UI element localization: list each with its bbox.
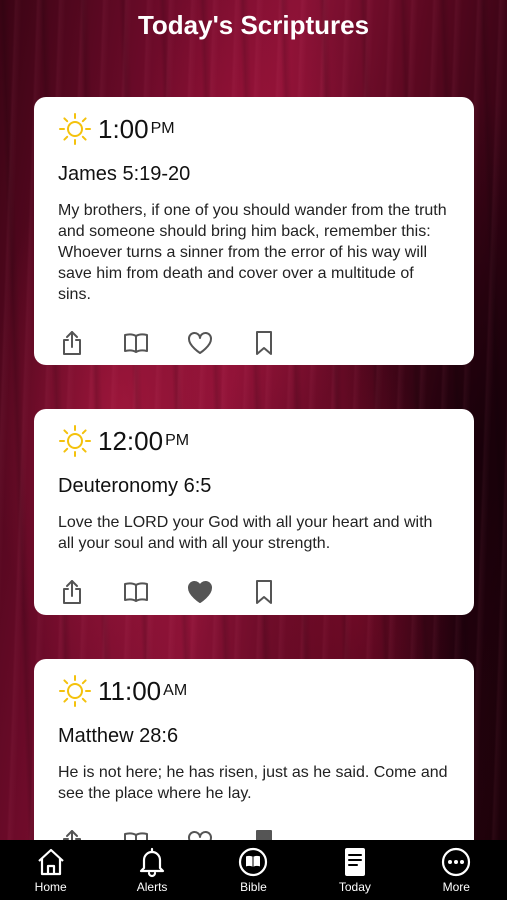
share-button[interactable] bbox=[58, 578, 86, 606]
book-icon bbox=[124, 582, 148, 602]
more-icon bbox=[442, 847, 471, 877]
card-time: 1:00 bbox=[98, 113, 149, 144]
sun-icon bbox=[59, 675, 91, 707]
card-ampm: AM bbox=[163, 682, 188, 699]
card-header: 12:00 PM bbox=[58, 423, 450, 459]
tab-label: More bbox=[442, 880, 470, 894]
share-button[interactable] bbox=[58, 329, 86, 357]
read-button[interactable] bbox=[122, 329, 150, 357]
card-header: 1:00 PM bbox=[58, 111, 450, 147]
tab-label: Home bbox=[34, 880, 67, 894]
home-icon bbox=[37, 848, 64, 876]
sun-icon bbox=[59, 113, 91, 145]
tab-label: Today bbox=[338, 880, 371, 894]
tab-label: Bible bbox=[240, 880, 267, 894]
card-actions bbox=[58, 327, 450, 359]
share-icon bbox=[63, 580, 81, 604]
favorite-button[interactable] bbox=[186, 578, 214, 606]
scripture-reference: Matthew 28:6 bbox=[58, 725, 179, 747]
scripture-reference: James 5:19-20 bbox=[58, 163, 191, 185]
favorite-button[interactable] bbox=[186, 329, 214, 357]
tab-alerts[interactable]: Alerts bbox=[112, 846, 192, 894]
document-icon bbox=[344, 848, 365, 876]
card-actions bbox=[58, 576, 450, 608]
card-ampm: PM bbox=[165, 432, 190, 449]
scripture-verse: Love the LORD your God with all your hea… bbox=[58, 514, 433, 552]
page-title: Today's Scriptures bbox=[137, 10, 370, 40]
bookmark-button[interactable] bbox=[250, 578, 278, 606]
sun-icon bbox=[59, 425, 91, 457]
tab-bar: Home Alerts Bible Today More bbox=[0, 840, 507, 900]
bookmark-button[interactable] bbox=[250, 329, 278, 357]
card-header: 11:00 AM bbox=[58, 673, 450, 709]
heart-filled-icon bbox=[188, 581, 212, 603]
tab-home[interactable]: Home bbox=[11, 846, 91, 894]
scripture-card: 1:00 PM James 5:19-20 My brothers, if on… bbox=[34, 97, 474, 365]
book-icon bbox=[124, 333, 148, 353]
tab-label: Alerts bbox=[136, 880, 168, 894]
share-icon bbox=[63, 331, 81, 355]
tab-bible[interactable]: Bible bbox=[213, 846, 293, 894]
scripture-verse: He is not here; he has risen, just as he… bbox=[58, 764, 448, 802]
tab-more[interactable]: More bbox=[416, 846, 496, 894]
card-time: 11:00 bbox=[98, 675, 162, 706]
bible-icon bbox=[239, 847, 268, 877]
card-ampm: PM bbox=[150, 120, 175, 137]
card-time: 12:00 bbox=[98, 425, 164, 456]
read-button[interactable] bbox=[122, 578, 150, 606]
heart-outline-icon bbox=[188, 332, 212, 354]
scripture-card: 11:00 AM Matthew 28:6 He is not here; he… bbox=[34, 659, 474, 859]
bookmark-icon bbox=[256, 331, 272, 355]
bell-icon bbox=[139, 847, 165, 878]
scripture-card: 12:00 PM Deuteronomy 6:5 Love the LORD y… bbox=[34, 409, 474, 615]
bookmark-icon bbox=[256, 580, 272, 604]
scripture-reference: Deuteronomy 6:5 bbox=[58, 475, 212, 497]
scripture-verse: My brothers, if one of you should wander… bbox=[58, 202, 447, 303]
tab-today[interactable]: Today bbox=[315, 846, 395, 894]
